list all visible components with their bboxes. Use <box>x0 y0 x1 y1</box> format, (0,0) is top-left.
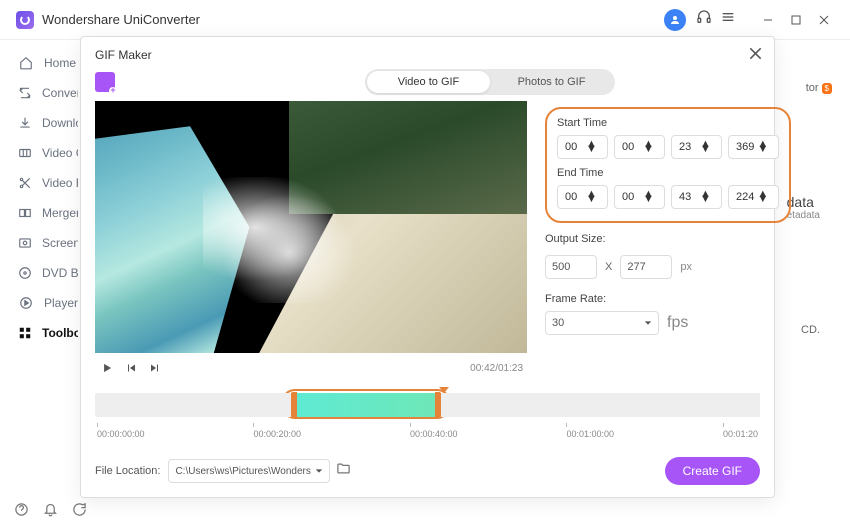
recorder-icon <box>18 236 32 250</box>
gif-maker-dialog: GIF Maker Video to GIF Photos to GIF <box>80 36 775 498</box>
output-size-label: Output Size: <box>545 233 791 245</box>
end-time-label: End Time <box>557 167 779 179</box>
selection-handle-right[interactable] <box>435 392 441 418</box>
chevron-down-icon <box>644 319 652 327</box>
bg-fragment: CD. <box>801 324 820 336</box>
playhead-icon[interactable] <box>439 387 449 393</box>
dialog-header: GIF Maker <box>81 37 774 65</box>
compress-icon <box>18 146 32 160</box>
minimize-button[interactable] <box>754 9 782 31</box>
start-time-label: Start Time <box>557 117 779 129</box>
status-bar <box>0 497 850 527</box>
end-minutes-input[interactable]: 00▲▼ <box>614 185 665 209</box>
feedback-button[interactable] <box>72 502 87 522</box>
start-minutes-input[interactable]: 00▲▼ <box>614 135 665 159</box>
time-ruler: 00:00:00:00 00:00:20:00 00:00:40:00 00:0… <box>95 423 760 439</box>
sidebar-item-dvd[interactable]: DVD Burner <box>0 258 78 288</box>
sidebar-item-label: Video Editor <box>42 176 78 190</box>
dialog-title: GIF Maker <box>95 48 152 62</box>
fps-label: fps <box>667 314 688 332</box>
support-button[interactable] <box>696 9 712 30</box>
sidebar-item-label: Toolbox <box>42 326 78 340</box>
next-frame-button[interactable] <box>147 362 163 374</box>
end-seconds-input[interactable]: 43▲▼ <box>671 185 722 209</box>
sidebar-item-compressor[interactable]: Video Compressor <box>0 138 78 168</box>
play-button[interactable] <box>99 361 115 375</box>
tab-video-to-gif[interactable]: Video to GIF <box>367 71 490 93</box>
mode-tabs: Video to GIF Photos to GIF <box>365 69 615 95</box>
sidebar-item-editor[interactable]: Video Editor <box>0 168 78 198</box>
sidebar-item-label: DVD Burner <box>42 266 78 280</box>
start-seconds-input[interactable]: 23▲▼ <box>671 135 722 159</box>
sidebar-item-label: Merger <box>42 206 78 220</box>
title-bar: Wondershare UniConverter <box>0 0 850 40</box>
maximize-button[interactable] <box>782 9 810 31</box>
px-label: px <box>680 261 692 273</box>
sidebar-item-merger[interactable]: Merger <box>0 198 78 228</box>
timeline-track[interactable] <box>95 393 760 417</box>
app-window: Wondershare UniConverter Home Converter <box>0 0 850 527</box>
hamburger-menu-button[interactable] <box>720 9 736 30</box>
converter-icon <box>18 86 32 100</box>
sidebar-item-recorder[interactable]: Screen Recorder <box>0 228 78 258</box>
notification-button[interactable] <box>43 502 58 522</box>
sidebar-item-toolbox[interactable]: Toolbox <box>0 318 78 348</box>
output-height-input[interactable] <box>620 255 672 279</box>
file-location-label: File Location: <box>95 465 160 477</box>
sidebar-item-label: Screen Recorder <box>42 236 78 250</box>
download-icon <box>18 116 32 130</box>
framerate-select[interactable]: 30 <box>545 311 659 335</box>
video-preview[interactable] <box>95 101 527 353</box>
selection-handle-left[interactable] <box>291 392 297 418</box>
sidebar-item-label: Video Compressor <box>42 146 78 160</box>
end-ms-input[interactable]: 224▲▼ <box>728 185 779 209</box>
sidebar-item-downloader[interactable]: Downloader <box>0 108 78 138</box>
sidebar-item-label: Downloader <box>42 116 78 130</box>
dialog-footer: File Location: C:\Users\ws\Pictures\Wond… <box>81 447 774 497</box>
time-display: 00:42/01:23 <box>470 363 523 374</box>
toolbox-icon <box>18 326 32 340</box>
sidebar-item-label: Converter <box>42 86 78 100</box>
disc-icon <box>18 266 32 280</box>
prev-frame-button[interactable] <box>123 362 139 374</box>
dialog-close-button[interactable] <box>749 47 762 63</box>
start-ms-input[interactable]: 369▲▼ <box>728 135 779 159</box>
output-width-input[interactable] <box>545 255 597 279</box>
video-controls: 00:42/01:23 <box>95 353 527 383</box>
selection-range[interactable] <box>291 393 441 417</box>
tab-photos-to-gif[interactable]: Photos to GIF <box>490 71 613 93</box>
sidebar-item-label: Player <box>44 296 78 310</box>
sidebar: Home Converter Downloader Video Compress… <box>0 40 78 497</box>
sidebar-item-home[interactable]: Home <box>0 48 78 78</box>
merger-icon <box>18 206 32 220</box>
create-gif-button[interactable]: Create GIF <box>665 457 760 485</box>
end-hours-input[interactable]: 00▲▼ <box>557 185 608 209</box>
sidebar-item-label: Home <box>44 56 76 70</box>
app-logo-icon <box>16 11 34 29</box>
help-button[interactable] <box>14 502 29 522</box>
start-hours-input[interactable]: 00▲▼ <box>557 135 608 159</box>
account-button[interactable] <box>664 9 686 31</box>
bg-fragment: tor$ <box>806 82 832 94</box>
home-icon <box>18 56 34 70</box>
sidebar-item-converter[interactable]: Converter <box>0 78 78 108</box>
sidebar-item-player[interactable]: Player <box>0 288 78 318</box>
framerate-label: Frame Rate: <box>545 293 791 305</box>
time-range-box: Start Time 00▲▼ 00▲▼ 23▲▼ 369▲▼ End Time… <box>545 107 791 223</box>
x-label: X <box>605 261 612 273</box>
timeline: 00:00:00:00 00:00:20:00 00:00:40:00 00:0… <box>81 387 774 439</box>
play-icon <box>18 296 34 310</box>
gif-logo-icon <box>95 72 115 92</box>
bg-fragment: data etadata <box>787 194 820 221</box>
chevron-down-icon <box>315 467 323 475</box>
scissors-icon <box>18 176 32 190</box>
app-title: Wondershare UniConverter <box>42 12 200 27</box>
file-location-select[interactable]: C:\Users\ws\Pictures\Wonders <box>168 459 330 483</box>
close-button[interactable] <box>810 9 838 31</box>
open-folder-button[interactable] <box>336 461 351 481</box>
